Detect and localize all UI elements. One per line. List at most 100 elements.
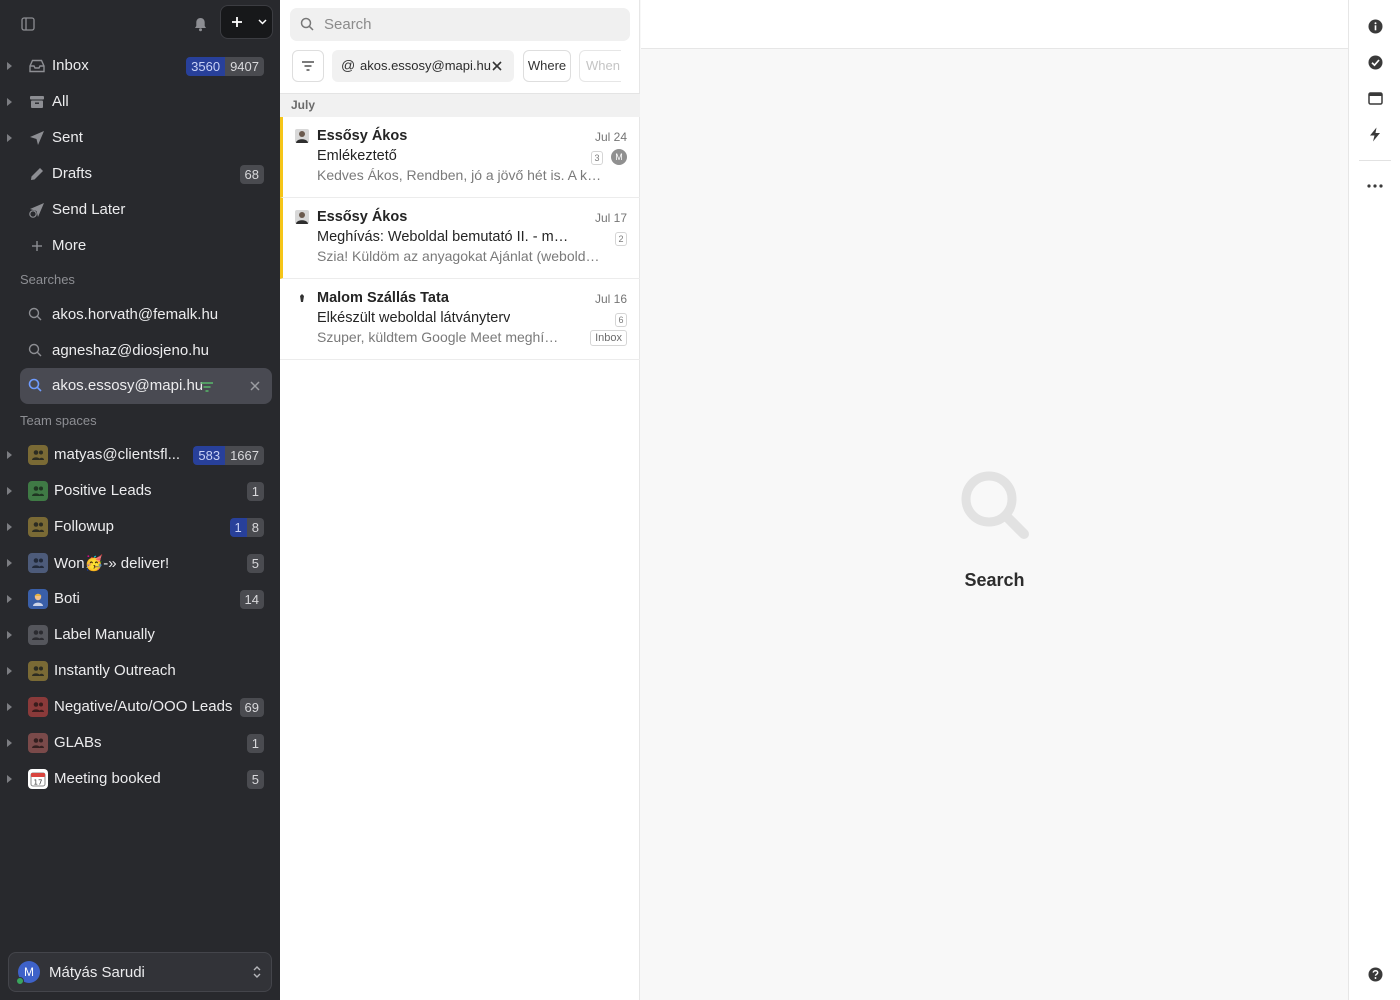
team-icon [28,625,48,645]
thread-list-pane: @ akos.essosy@mapi.hu Where When July Es… [280,0,640,1000]
when-filter-button[interactable]: When [579,50,621,82]
calendar-icon: 17 [28,769,48,789]
saved-search-label: agneshaz@diosjeno.hu [52,342,210,359]
sidebar-toggle-icon[interactable] [18,14,38,34]
thread-row[interactable]: Malom Szállás Tata Jul 16 Elkészült webo… [280,279,640,360]
count-badge: 583 1667 [193,446,264,465]
info-icon[interactable] [1365,16,1385,36]
bell-icon[interactable] [190,14,210,34]
team-space-item[interactable]: Won🥳-» deliver! 5 [0,545,280,581]
where-filter-button[interactable]: Where [523,50,571,82]
team-space-item[interactable]: GLABs 1 [0,725,280,761]
close-icon[interactable] [248,379,262,393]
total-count: 69 [239,698,264,717]
nav-item-more[interactable]: More [0,228,280,264]
search-bar [290,8,630,41]
team-space-label: matyas@clientsfl... [54,446,181,463]
team-space-label: Boti [54,590,80,607]
thread-sender: Essősy Ákos [317,209,408,225]
expand-triangle-icon[interactable] [7,595,12,603]
thread-snippet: Szia! Küldöm az anyagokat Ajánlat (webol… [317,248,607,264]
team-space-item[interactable]: Followup 18 [0,509,280,545]
count-badge: 69 [239,698,264,717]
lightning-icon[interactable] [1365,124,1385,144]
team-space-label: Positive Leads [54,482,152,499]
unread-count: 1 [229,518,247,537]
saved-search-item-active[interactable]: akos.essosy@mapi.hu [20,368,272,404]
window-icon[interactable] [1365,88,1385,108]
thread-subject: Meghívás: Weboldal bemutató II. - maloms… [317,229,569,245]
total-count: 1667 [225,446,264,465]
account-switcher[interactable]: M Mátyás Sarudi [8,952,272,992]
team-space-item[interactable]: Positive Leads 1 [0,473,280,509]
thread-subject: Emlékeztető [317,148,397,164]
nav-item-inbox[interactable]: Inbox 3560 9407 [0,48,280,84]
nav-label: More [52,237,87,254]
expand-triangle-icon[interactable] [7,631,12,639]
expand-triangle-icon[interactable] [7,775,12,783]
pencil-icon [28,165,46,183]
expand-triangle-icon[interactable] [7,667,12,675]
expand-triangle-icon[interactable] [7,523,12,531]
team-space-item[interactable]: Label Manually [0,617,280,653]
team-space-item[interactable]: Negative/Auto/OOO Leads 69 [0,689,280,725]
searches-heading: Searches [20,272,75,287]
team-space-item[interactable]: matyas@clientsfl... 583 1667 [0,437,280,473]
expand-triangle-icon[interactable] [7,739,12,747]
search-input[interactable] [324,8,614,41]
sidebar: Inbox 3560 9407 All Sent Drafts 68 Send L… [0,0,280,1000]
expand-triangle-icon[interactable] [7,62,12,70]
team-space-label: Negative/Auto/OOO Leads [54,698,233,715]
sender-filter-chip[interactable]: @ akos.essosy@mapi.hu [332,50,514,82]
total-count: 9407 [225,57,264,76]
sidebar-header [0,0,280,48]
thread-row[interactable]: Essősy Ákos Jul 24 Emlékeztető 3 M Kedve… [280,117,640,198]
team-space-label: Followup [54,518,115,535]
team-space-item[interactable]: 17 Meeting booked 5 [0,761,280,797]
check-circle-icon[interactable] [1365,52,1385,72]
saved-search-label: akos.horvath@femalk.hu [52,306,219,323]
filter-icon [302,61,314,71]
total-count: 5 [246,554,264,573]
thread-date: Jul 16 [594,292,627,306]
filter-icon [200,380,214,392]
team-space-item[interactable]: Boti 14 [0,581,280,617]
compose-button-group [220,5,273,39]
team-icon [28,517,48,537]
expand-triangle-icon[interactable] [7,98,12,106]
compose-button[interactable] [221,6,252,38]
reading-pane-toolbar [641,0,1348,49]
compose-options-button[interactable] [252,6,272,38]
more-options-icon[interactable] [1365,176,1385,196]
close-icon[interactable] [490,59,504,73]
expand-triangle-icon[interactable] [7,559,12,567]
expand-triangle-icon[interactable] [7,487,12,495]
online-status-dot [16,977,24,985]
saved-search-item[interactable]: akos.horvath@femalk.hu [20,297,272,333]
total-count: 14 [239,590,264,609]
nav-item-drafts[interactable]: Drafts 68 [0,156,280,192]
nav-label: All [52,93,69,110]
expand-triangle-icon[interactable] [7,703,12,711]
nav-item-all[interactable]: All [0,84,280,120]
help-icon[interactable] [1365,964,1385,984]
reading-pane: Search [641,0,1348,1000]
svg-text:17: 17 [34,779,43,787]
saved-search-item[interactable]: agneshaz@diosjeno.hu [20,333,272,369]
search-icon [28,307,44,323]
total-count: 1 [246,734,264,753]
team-space-item[interactable]: Instantly Outreach [0,653,280,689]
thread-subject: Elkészült weboldal látványterv [317,310,511,326]
expand-triangle-icon[interactable] [7,134,12,142]
count-badge: 14 [239,590,264,609]
nav-item-send-later[interactable]: Send Later [0,192,280,228]
expand-triangle-icon[interactable] [7,451,12,459]
at-icon: @ [341,57,356,73]
plus-icon [231,17,242,27]
nav-item-sent[interactable]: Sent [0,120,280,156]
unread-count: 583 [193,446,226,465]
thread-row[interactable]: Essősy Ákos Jul 17 Meghívás: Weboldal be… [280,198,640,279]
filter-button[interactable] [292,50,324,82]
search-icon [28,378,44,394]
team-icon [28,697,48,717]
